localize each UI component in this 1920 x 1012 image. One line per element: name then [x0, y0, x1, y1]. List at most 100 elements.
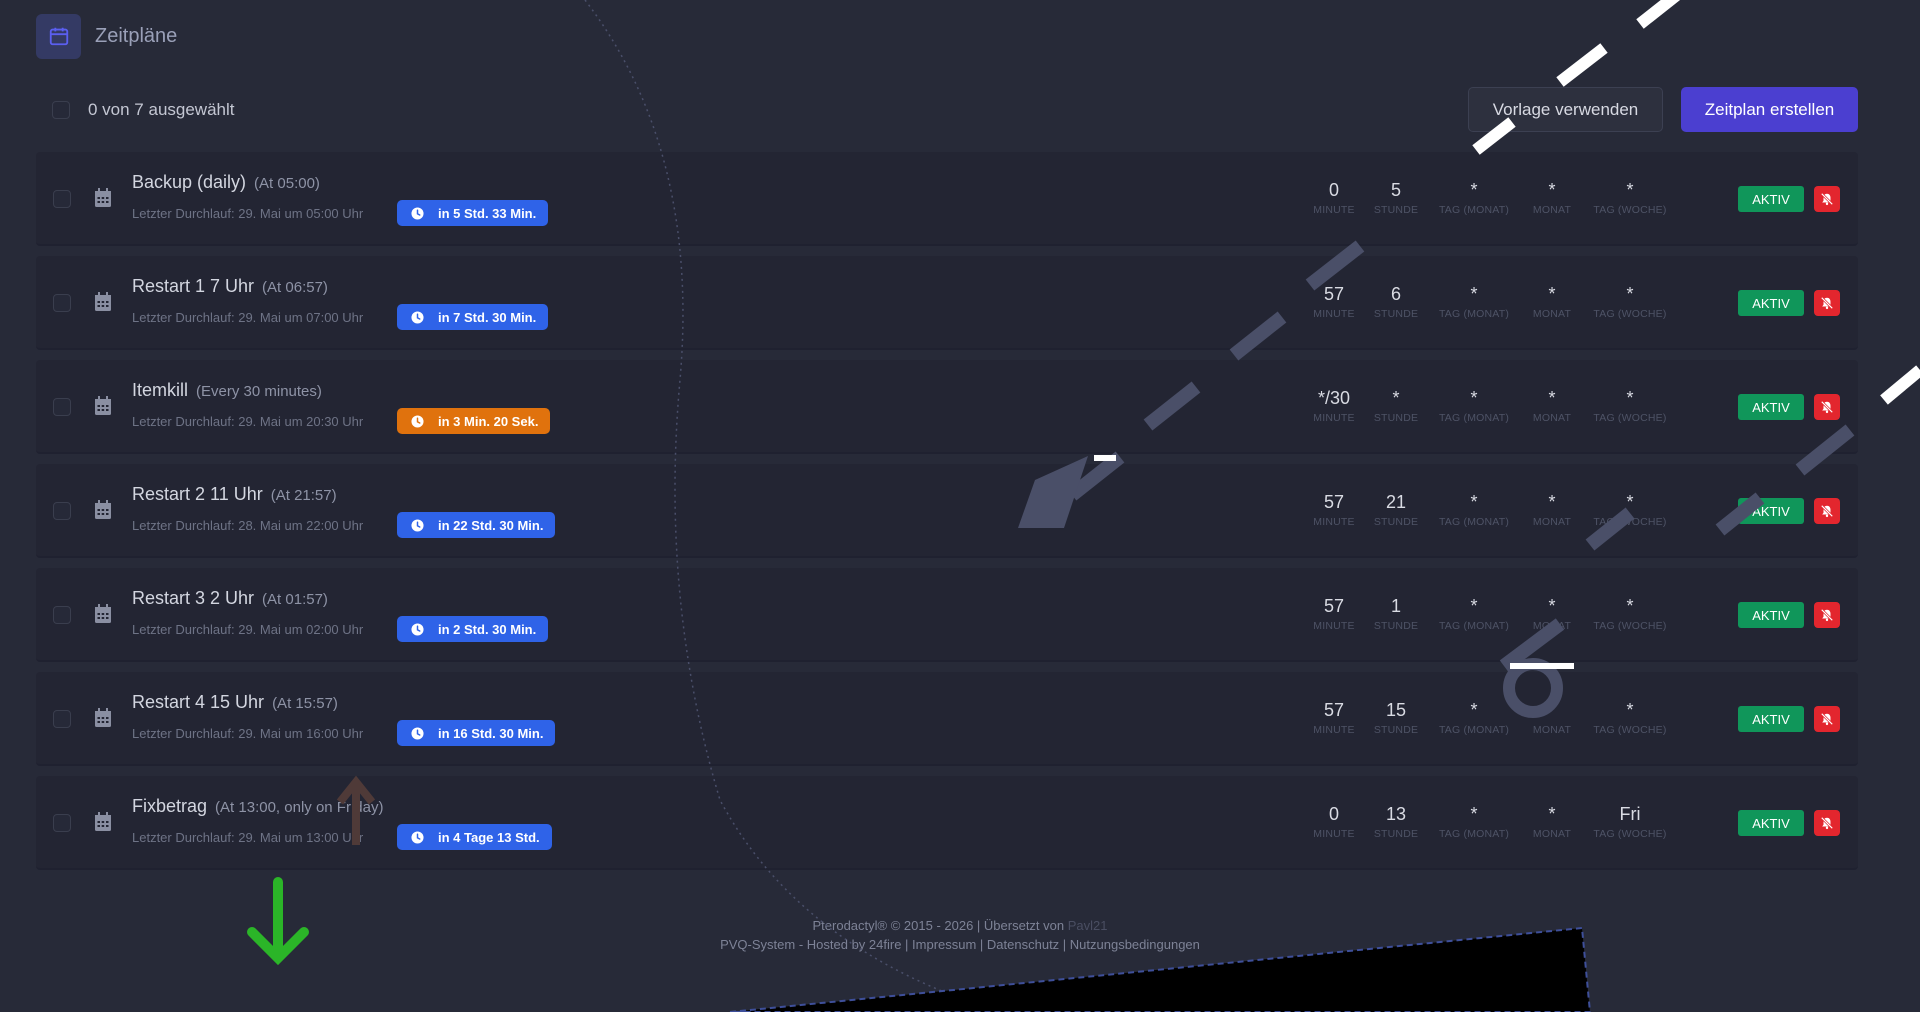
bell-off-icon	[1820, 816, 1834, 830]
cron-day-week: * TAG (WOCHE)	[1585, 700, 1675, 736]
schedule-row[interactable]: Backup (daily) (At 05:00) Letzter Durchlau…	[36, 152, 1858, 246]
bell-off-icon	[1820, 192, 1834, 206]
next-run-badge: in 2 Std. 30 Min.	[397, 616, 549, 642]
cron-value: *	[1626, 492, 1634, 512]
cron-month: * MONAT	[1507, 492, 1597, 528]
cron-label: TAG (MONAT)	[1438, 308, 1510, 320]
disable-button[interactable]	[1814, 602, 1840, 628]
cron-label: TAG (MONAT)	[1438, 412, 1510, 424]
last-run: Letzter Durchlauf: 29. Mai um 13:00 Uhr	[132, 830, 364, 845]
cron-day-week: * TAG (WOCHE)	[1585, 388, 1675, 424]
bell-off-icon	[1820, 712, 1834, 726]
cron-label: TAG (MONAT)	[1438, 828, 1510, 840]
schedule-when: (At 06:57)	[262, 279, 328, 296]
schedule-title: Fixbetrag	[132, 796, 208, 816]
schedule-name[interactable]: Restart 2 11 Uhr (At 21:57)	[132, 484, 337, 505]
disable-button[interactable]	[1814, 706, 1840, 732]
row-checkbox[interactable]	[53, 814, 71, 832]
schedule-row[interactable]: Restart 3 2 Uhr (At 01:57) Letzter Durchla…	[36, 568, 1858, 662]
schedule-name[interactable]: Restart 1 7 Uhr (At 06:57)	[132, 276, 328, 297]
schedule-name[interactable]: Restart 4 15 Uhr (At 15:57)	[132, 692, 338, 713]
last-run: Letzter Durchlauf: 29. Mai um 07:00 Uhr	[132, 310, 364, 325]
row-checkbox[interactable]	[53, 190, 71, 208]
disable-button[interactable]	[1814, 498, 1840, 524]
schedule-name[interactable]: Restart 3 2 Uhr (At 01:57)	[132, 588, 328, 609]
cron-value: *	[1626, 284, 1634, 304]
clock-icon	[411, 206, 424, 220]
create-schedule-button[interactable]: Zeitplan erstellen	[1681, 87, 1858, 132]
cron-label: MONAT	[1532, 828, 1572, 840]
cron-month: * MONAT	[1507, 596, 1597, 632]
status-badge[interactable]: AKTIV	[1738, 602, 1804, 628]
cron-value: *	[1548, 388, 1556, 408]
schedule-when: (At 15:57)	[272, 695, 338, 712]
status-badge[interactable]: AKTIV	[1738, 186, 1804, 212]
cron-day-month: * TAG (MONAT)	[1429, 596, 1519, 632]
bell-off-icon	[1820, 504, 1834, 518]
cron-label: MONAT	[1532, 412, 1572, 424]
calendar-icon	[94, 604, 112, 624]
row-checkbox[interactable]	[53, 710, 71, 728]
row-checkbox[interactable]	[53, 294, 71, 312]
schedule-row[interactable]: Fixbetrag (At 13:00, only on Friday) Letzt…	[36, 776, 1858, 870]
status-badge[interactable]: AKTIV	[1738, 290, 1804, 316]
status-badge[interactable]: AKTIV	[1738, 706, 1804, 732]
next-run-text: in 2 Std. 30 Min.	[438, 621, 537, 637]
schedule-name[interactable]: Fixbetrag (At 13:00, only on Friday)	[132, 796, 383, 817]
calendar-icon	[94, 500, 112, 520]
cron-value: *	[1548, 596, 1556, 616]
schedule-name[interactable]: Backup (daily) (At 05:00)	[132, 172, 320, 193]
schedule-when: (At 05:00)	[254, 175, 320, 192]
schedule-name[interactable]: Itemkill (Every 30 minutes)	[132, 380, 322, 401]
cron-value: 21	[1385, 492, 1407, 512]
clock-icon	[411, 622, 424, 636]
row-checkbox[interactable]	[53, 606, 71, 624]
schedule-row[interactable]: Restart 1 7 Uhr (At 06:57) Letzter Durchla…	[36, 256, 1858, 350]
cron-label: TAG (WOCHE)	[1593, 412, 1667, 424]
cron-label: TAG (WOCHE)	[1593, 724, 1667, 736]
bell-off-icon	[1820, 608, 1834, 622]
last-run: Letzter Durchlauf: 29. Mai um 02:00 Uhr	[132, 622, 364, 637]
next-run-text: in 16 Std. 30 Min.	[438, 725, 544, 741]
schedule-row[interactable]: Restart 4 15 Uhr (At 15:57) Letzter Durchl…	[36, 672, 1858, 766]
cron-value: *	[1470, 388, 1478, 408]
select-all-checkbox[interactable]	[52, 101, 70, 119]
schedule-row[interactable]: Itemkill (Every 30 minutes) Letzter Durchl…	[36, 360, 1858, 454]
disable-button[interactable]	[1814, 810, 1840, 836]
cron-label: STUNDE	[1373, 308, 1419, 320]
disable-button[interactable]	[1814, 394, 1840, 420]
select-all-bar: 0 von 7 ausgewählt	[52, 100, 235, 120]
translator-link[interactable]: Pavl21	[1068, 918, 1108, 933]
clock-icon	[411, 726, 424, 740]
page-header: Zeitpläne	[36, 13, 177, 59]
cron-value: 1	[1390, 596, 1401, 616]
row-checkbox[interactable]	[53, 398, 71, 416]
cron-day-month: * TAG (MONAT)	[1429, 492, 1519, 528]
next-run-badge: in 22 Std. 30 Min.	[397, 512, 556, 538]
cron-hour: 6 STUNDE	[1351, 284, 1441, 320]
cron-label: TAG (MONAT)	[1438, 620, 1510, 632]
cron-label: STUNDE	[1373, 516, 1419, 528]
cron-label: TAG (MONAT)	[1438, 516, 1510, 528]
cron-day-month: * TAG (MONAT)	[1429, 804, 1519, 840]
cron-day-month: * TAG (MONAT)	[1429, 284, 1519, 320]
cron-value: *	[1470, 180, 1478, 200]
status-badge[interactable]: AKTIV	[1738, 810, 1804, 836]
row-checkbox[interactable]	[53, 502, 71, 520]
schedule-title: Itemkill	[132, 380, 189, 400]
use-template-button[interactable]: Vorlage verwenden	[1468, 87, 1663, 132]
disable-button[interactable]	[1814, 186, 1840, 212]
last-run: Letzter Durchlauf: 28. Mai um 22:00 Uhr	[132, 518, 364, 533]
cron-value: *	[1548, 180, 1556, 200]
footer: Pterodactyl® © 2015 - 2026 | Übersetzt v…	[0, 916, 1920, 954]
cron-day-week: * TAG (WOCHE)	[1585, 596, 1675, 632]
footer-hosting[interactable]: PVQ-System - Hosted by 24fire | Impressu…	[0, 935, 1920, 954]
calendar-icon	[94, 396, 112, 416]
status-badge[interactable]: AKTIV	[1738, 498, 1804, 524]
status-badge[interactable]: AKTIV	[1738, 394, 1804, 420]
cron-hour: 1 STUNDE	[1351, 596, 1441, 632]
schedule-title: Backup (daily)	[132, 172, 247, 192]
schedule-row[interactable]: Restart 2 11 Uhr (At 21:57) Letzter Durchl…	[36, 464, 1858, 558]
disable-button[interactable]	[1814, 290, 1840, 316]
cron-value: 15	[1385, 700, 1407, 720]
